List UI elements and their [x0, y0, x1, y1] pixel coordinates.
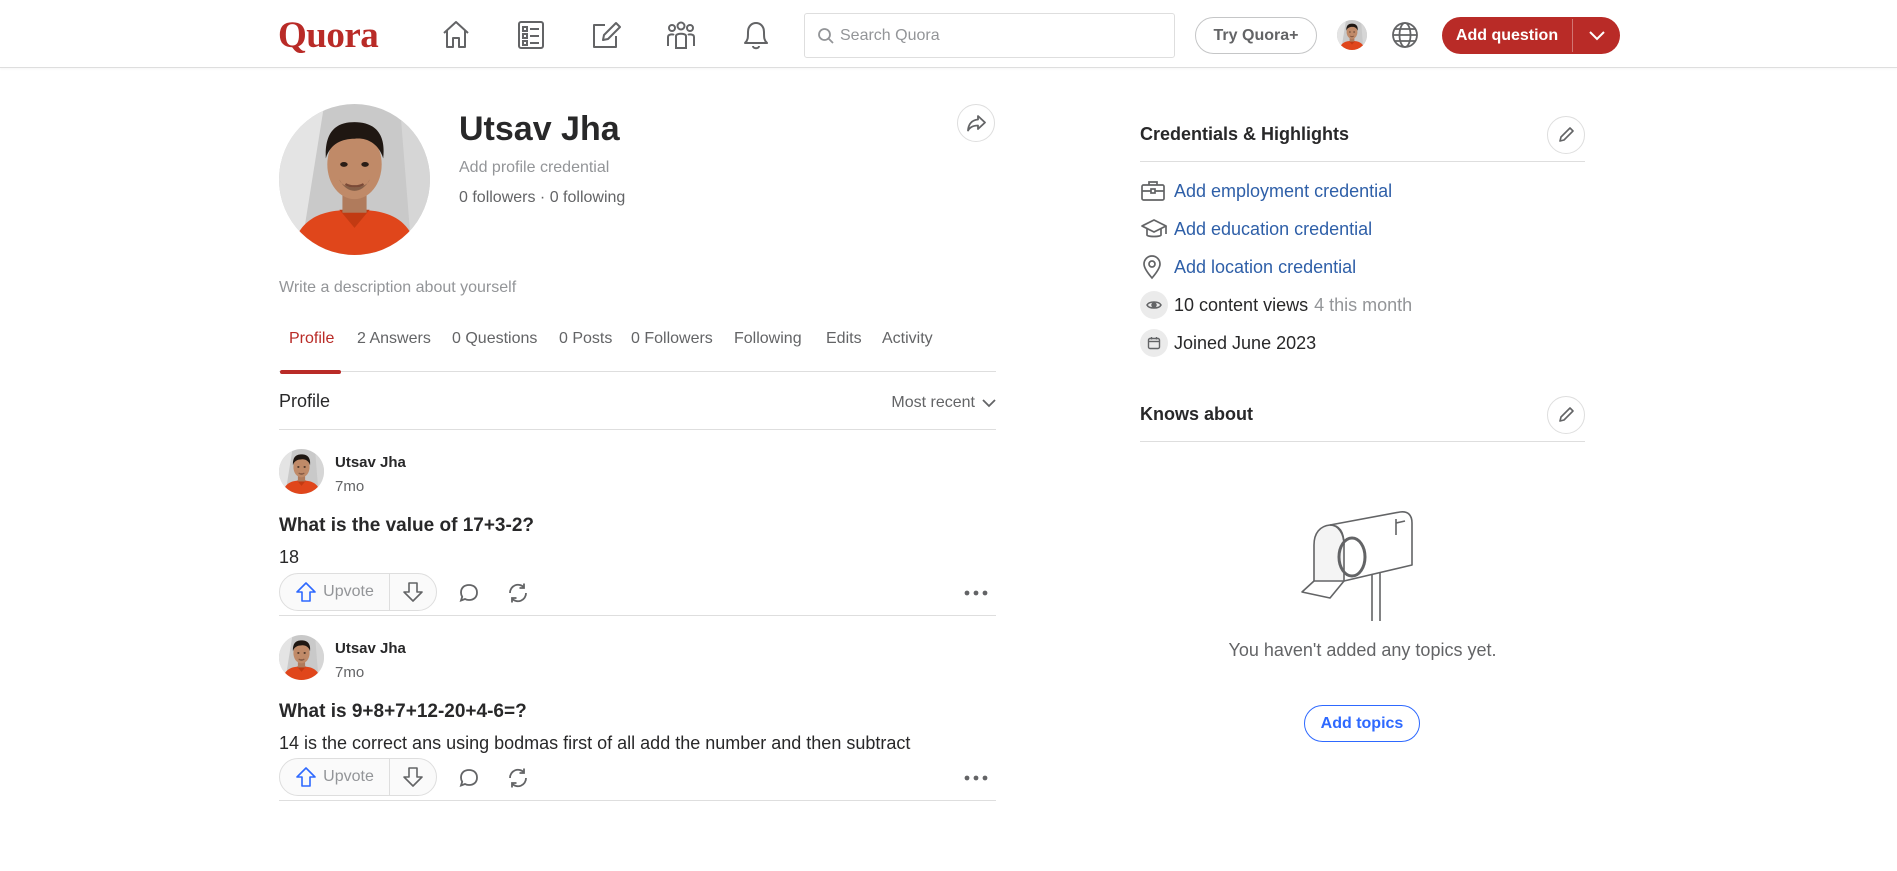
- joined-text: Joined June 2023: [1174, 332, 1317, 353]
- top-navbar: Quora Try Quora+ Add question: [0, 0, 1897, 68]
- employment-credential-row[interactable]: Add employment credential: [1140, 176, 1392, 206]
- add-location-credential-link[interactable]: Add location credential: [1174, 257, 1356, 278]
- calendar-icon: [1140, 329, 1168, 357]
- user-avatar[interactable]: [1337, 20, 1367, 50]
- sort-dropdown[interactable]: Most recent: [891, 394, 996, 412]
- tab-following[interactable]: Following: [734, 330, 802, 372]
- vote-group: Upvote: [279, 758, 437, 796]
- search-box[interactable]: [804, 13, 1175, 58]
- answer-card: Utsav Jha 7mo What is the value of 17+3-…: [279, 430, 996, 616]
- edit-topics-button[interactable]: [1547, 396, 1585, 434]
- answer-text[interactable]: 14 is the correct ans using bodmas first…: [279, 733, 910, 754]
- location-credential-row[interactable]: Add location credential: [1140, 252, 1356, 282]
- notifications-icon[interactable]: [737, 16, 775, 54]
- content-views-text: 10 content views: [1174, 294, 1309, 315]
- eye-icon: [1140, 291, 1168, 319]
- spaces-icon[interactable]: [662, 16, 700, 54]
- post-time[interactable]: 7mo: [335, 664, 364, 681]
- more-options-icon[interactable]: [961, 578, 991, 608]
- author-name[interactable]: Utsav Jha: [335, 640, 406, 657]
- profile-photo[interactable]: [279, 104, 430, 255]
- downvote-button[interactable]: [390, 574, 436, 610]
- author-name[interactable]: Utsav Jha: [335, 454, 406, 471]
- home-icon[interactable]: [437, 16, 475, 54]
- credentials-header: Credentials & Highlights: [1140, 104, 1585, 162]
- tab-edits[interactable]: Edits: [826, 330, 862, 372]
- share-button[interactable]: [957, 104, 995, 142]
- search-input[interactable]: [840, 22, 1160, 50]
- question-title[interactable]: What is 9+8+7+12-20+4-6=?: [279, 701, 527, 723]
- share-refresh-icon[interactable]: [503, 578, 533, 608]
- pencil-icon: [1559, 127, 1574, 142]
- briefcase-icon: [1140, 176, 1174, 206]
- pencil-icon: [1559, 407, 1574, 422]
- edit-credentials-button[interactable]: [1547, 116, 1585, 154]
- upvote-label: Upvote: [323, 583, 374, 600]
- chevron-down-icon: [982, 399, 996, 408]
- add-profile-credential-link[interactable]: Add profile credential: [459, 159, 609, 177]
- following-icon[interactable]: [512, 16, 550, 54]
- vote-group: Upvote: [279, 573, 437, 611]
- comment-icon[interactable]: [454, 578, 484, 608]
- location-pin-icon: [1140, 252, 1174, 282]
- graduation-cap-icon: [1140, 214, 1174, 244]
- more-options-icon[interactable]: [961, 763, 991, 793]
- add-question-label: Add question: [1455, 26, 1559, 44]
- upvote-button[interactable]: Upvote: [280, 574, 390, 610]
- tab-activity[interactable]: Activity: [882, 330, 933, 372]
- question-title[interactable]: What is the value of 17+3-2?: [279, 515, 534, 537]
- no-topics-message: You haven't added any topics yet.: [1228, 640, 1497, 660]
- add-topics-button[interactable]: Add topics: [1304, 705, 1420, 742]
- tab-followers[interactable]: 0 Followers: [631, 330, 713, 372]
- mailbox-icon: [1301, 511, 1413, 621]
- tab-questions[interactable]: 0 Questions: [452, 330, 537, 372]
- answer-card: Utsav Jha 7mo What is 9+8+7+12-20+4-6=? …: [279, 616, 996, 801]
- feed-title: Profile: [279, 391, 331, 411]
- tab-profile[interactable]: Profile: [279, 330, 342, 374]
- downvote-button[interactable]: [390, 759, 436, 795]
- upvote-button[interactable]: Upvote: [280, 759, 390, 795]
- add-education-credential-link[interactable]: Add education credential: [1174, 219, 1372, 240]
- answer-text[interactable]: 18: [279, 547, 299, 568]
- feed-header: Profile Most recent: [279, 382, 996, 430]
- author-avatar[interactable]: [279, 635, 324, 680]
- author-avatar[interactable]: [279, 449, 324, 494]
- knows-about-title: Knows about: [1140, 404, 1253, 424]
- quora-logo[interactable]: Quora: [278, 14, 379, 57]
- profile-description[interactable]: Write a description about yourself: [279, 279, 516, 297]
- try-quora-plus-button[interactable]: Try Quora+: [1195, 17, 1317, 54]
- post-time[interactable]: 7mo: [335, 478, 364, 495]
- share-icon: [967, 115, 986, 132]
- comment-icon[interactable]: [454, 763, 484, 793]
- sort-label: Most recent: [891, 394, 975, 411]
- tab-answers[interactable]: 2 Answers: [357, 330, 431, 372]
- answer-icon[interactable]: [587, 16, 625, 54]
- add-question-button[interactable]: Add question: [1442, 17, 1620, 54]
- share-refresh-icon[interactable]: [503, 763, 533, 793]
- profile-name: Utsav Jha: [459, 110, 620, 148]
- chevron-down-icon[interactable]: [1573, 17, 1620, 54]
- downvote-arrow-icon: [403, 582, 423, 602]
- views-this-month: 4 this month: [1314, 294, 1413, 315]
- globe-icon[interactable]: [1388, 18, 1422, 52]
- add-employment-credential-link[interactable]: Add employment credential: [1174, 181, 1392, 202]
- followers-following[interactable]: 0 followers · 0 following: [459, 189, 625, 207]
- education-credential-row[interactable]: Add education credential: [1140, 214, 1372, 244]
- upvote-arrow-icon: [296, 582, 316, 602]
- credentials-title: Credentials & Highlights: [1140, 124, 1350, 144]
- search-icon: [818, 28, 834, 44]
- tab-posts[interactable]: 0 Posts: [559, 330, 612, 372]
- profile-tabs: Profile 2 Answers 0 Questions 0 Posts 0 …: [279, 318, 996, 374]
- joined-row: Joined June 2023: [1140, 328, 1316, 358]
- content-views-row: 10 content views 4 this month: [1140, 290, 1412, 320]
- downvote-arrow-icon: [403, 767, 423, 787]
- knows-about-header: Knows about: [1140, 384, 1585, 442]
- upvote-label: Upvote: [323, 768, 374, 785]
- upvote-arrow-icon: [296, 767, 316, 787]
